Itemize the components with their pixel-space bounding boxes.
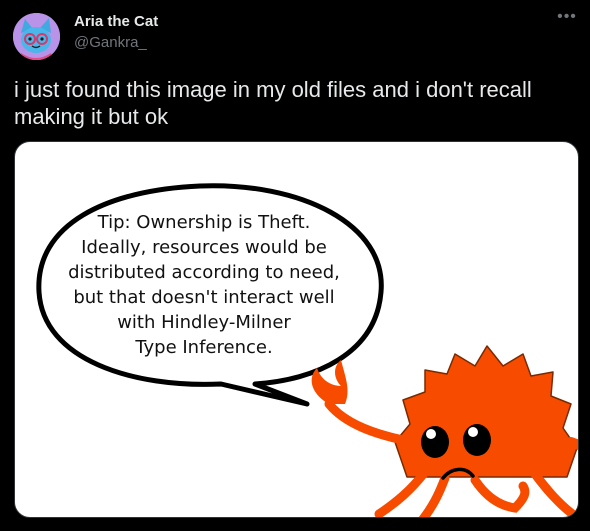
- bubble-line: distributed according to need,: [68, 262, 340, 283]
- bubble-line: Tip: Ownership is Theft.: [97, 212, 311, 233]
- bubble-line: with Hindley-Milner: [117, 312, 291, 333]
- crab-mascot-icon: [311, 345, 578, 517]
- bubble-line: Ideally, resources would be: [81, 237, 327, 258]
- avatar[interactable]: [13, 13, 60, 60]
- more-dots-icon[interactable]: •••: [556, 9, 578, 28]
- bubble-line: but that doesn't interact well: [73, 287, 335, 308]
- bubble-line: Type Inference.: [135, 337, 273, 358]
- author-name[interactable]: Aria the Cat: [74, 13, 158, 30]
- tweet-image[interactable]: Tip: Ownership is Theft. Ideally, resour…: [14, 141, 579, 518]
- tweet: Aria the Cat @Gankra_ ••• i just found t…: [0, 0, 590, 531]
- author-handle[interactable]: @Gankra_: [74, 34, 147, 51]
- cat-avatar-icon: [13, 13, 60, 60]
- tweet-text: i just found this image in my old files …: [14, 77, 532, 129]
- speech-bubble-text: Tip: Ownership is Theft. Ideally, resour…: [39, 210, 369, 360]
